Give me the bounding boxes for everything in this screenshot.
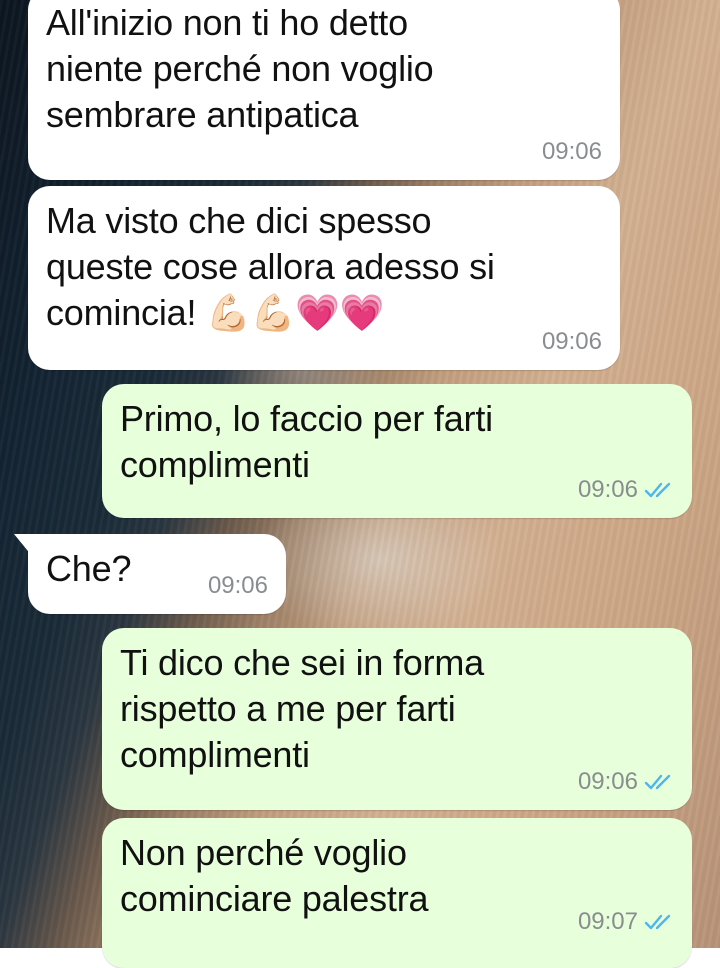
message-bubble-outgoing[interactable]: Ti dico che sei in forma rispetto a me p…: [102, 628, 692, 810]
message-meta: 09:06: [208, 572, 268, 600]
message-text: Primo, lo faccio per farti complimenti: [120, 398, 493, 485]
bubble-tail: [14, 534, 32, 556]
message-bubble-outgoing[interactable]: Primo, lo faccio per farti complimenti 0…: [102, 384, 692, 518]
message-text: All'inizio non ti ho detto niente perché…: [46, 2, 434, 135]
message-time: 09:06: [541, 138, 602, 165]
double-check-icon: [644, 482, 671, 498]
message-time: 09:06: [541, 328, 602, 355]
message-time: 09:06: [207, 572, 268, 599]
message-time: 09:06: [577, 476, 638, 503]
message-time: 09:06: [577, 768, 638, 795]
message-list[interactable]: All'inizio non ti ho detto niente perché…: [0, 0, 720, 968]
message-meta: 09:07: [578, 908, 674, 936]
double-check-icon: [644, 914, 671, 930]
message-meta: 09:06: [542, 328, 602, 356]
message-bubble-incoming[interactable]: Ma visto che dici spesso queste cose all…: [28, 186, 620, 370]
message-bubble-incoming[interactable]: All'inizio non ti ho detto niente perché…: [28, 0, 620, 180]
double-check-icon: [644, 774, 671, 790]
message-meta: 09:06: [578, 476, 674, 504]
message-meta: 09:06: [578, 768, 674, 796]
message-time: 09:07: [577, 908, 638, 935]
message-text: Ti dico che sei in forma rispetto a me p…: [120, 642, 485, 775]
message-bubble-outgoing[interactable]: Non perché voglio cominciare palestra 09…: [102, 818, 692, 968]
message-bubble-incoming[interactable]: Che? 09:06: [14, 534, 286, 614]
message-text: Ma visto che dici spesso queste cose all…: [46, 200, 495, 333]
message-meta: 09:06: [542, 138, 602, 166]
